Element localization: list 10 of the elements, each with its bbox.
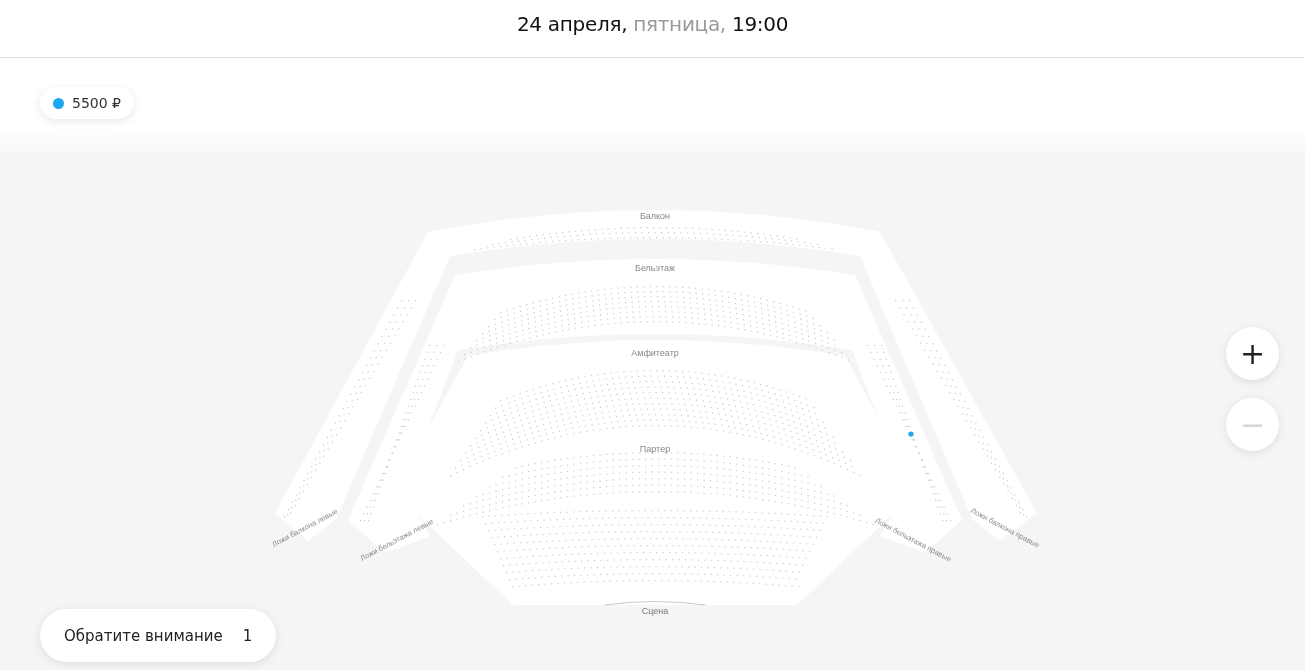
event-date: 24 апреля, пятница, 19:00 bbox=[516, 11, 789, 38]
notice-button[interactable]: Обратите внимание 1 bbox=[40, 609, 277, 662]
section-label: Партер bbox=[639, 444, 671, 454]
section-label: Балкон bbox=[639, 211, 671, 221]
zoom-in-button[interactable]: + bbox=[1226, 327, 1279, 380]
section-label: Бельэтаж bbox=[635, 263, 675, 273]
price-chip[interactable]: 5500 ₽ bbox=[40, 87, 134, 119]
section-label: Амфитеатр bbox=[631, 348, 679, 358]
stage-label: Сцена bbox=[641, 606, 669, 616]
available-seat[interactable] bbox=[908, 431, 914, 437]
